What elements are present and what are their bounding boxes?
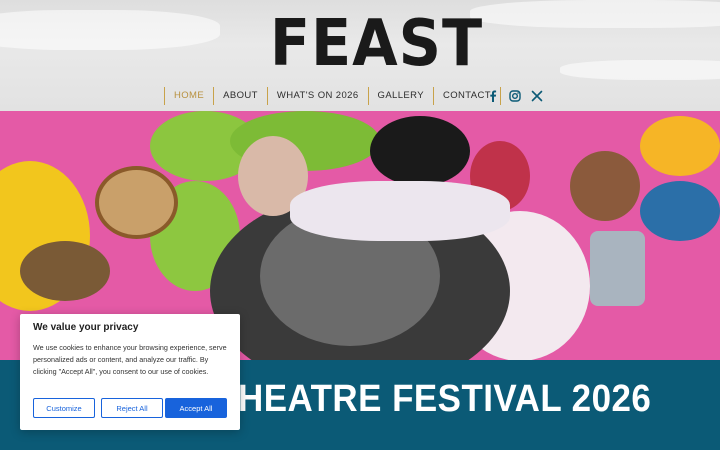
reject-all-button[interactable]: Reject All xyxy=(101,398,163,418)
cookie-consent-dialog: We value your privacy We use cookies to … xyxy=(20,314,240,430)
site-header: FEAST HOME ABOUT WHAT'S ON 2026 GALLERY … xyxy=(0,0,720,111)
white-sleeve xyxy=(290,181,510,241)
accept-all-button[interactable]: Accept All xyxy=(165,398,227,418)
money-pile xyxy=(20,241,110,301)
brown-wig xyxy=(570,151,640,221)
cookie-body: We use cookies to enhance your browsing … xyxy=(33,343,227,376)
texture-streak xyxy=(470,0,720,28)
main-nav: HOME ABOUT WHAT'S ON 2026 GALLERY CONTAC… xyxy=(164,86,502,106)
nav-item-about[interactable]: ABOUT xyxy=(213,87,267,105)
instagram-icon[interactable] xyxy=(508,89,522,103)
nav-item-whats-on[interactable]: WHAT'S ON 2026 xyxy=(266,87,368,105)
nav-item-home[interactable]: HOME xyxy=(164,87,213,105)
texture-streak xyxy=(560,60,720,80)
logo-text: FEAST xyxy=(269,7,484,81)
paint-can xyxy=(590,231,645,306)
nav-item-gallery[interactable]: GALLERY xyxy=(367,87,433,105)
cookie-title: We value your privacy xyxy=(33,322,139,333)
yellow-plate xyxy=(640,116,720,176)
facebook-icon[interactable] xyxy=(486,89,500,103)
blue-box xyxy=(640,181,720,241)
banner-title: HEATRE FESTIVAL 2026 xyxy=(238,378,652,420)
customize-button[interactable]: Customize xyxy=(33,398,95,418)
x-twitter-icon[interactable] xyxy=(530,89,544,103)
site-logo[interactable]: FEAST xyxy=(262,7,484,81)
black-wig xyxy=(370,116,470,186)
texture-streak xyxy=(0,10,220,50)
tambourine xyxy=(95,166,178,239)
